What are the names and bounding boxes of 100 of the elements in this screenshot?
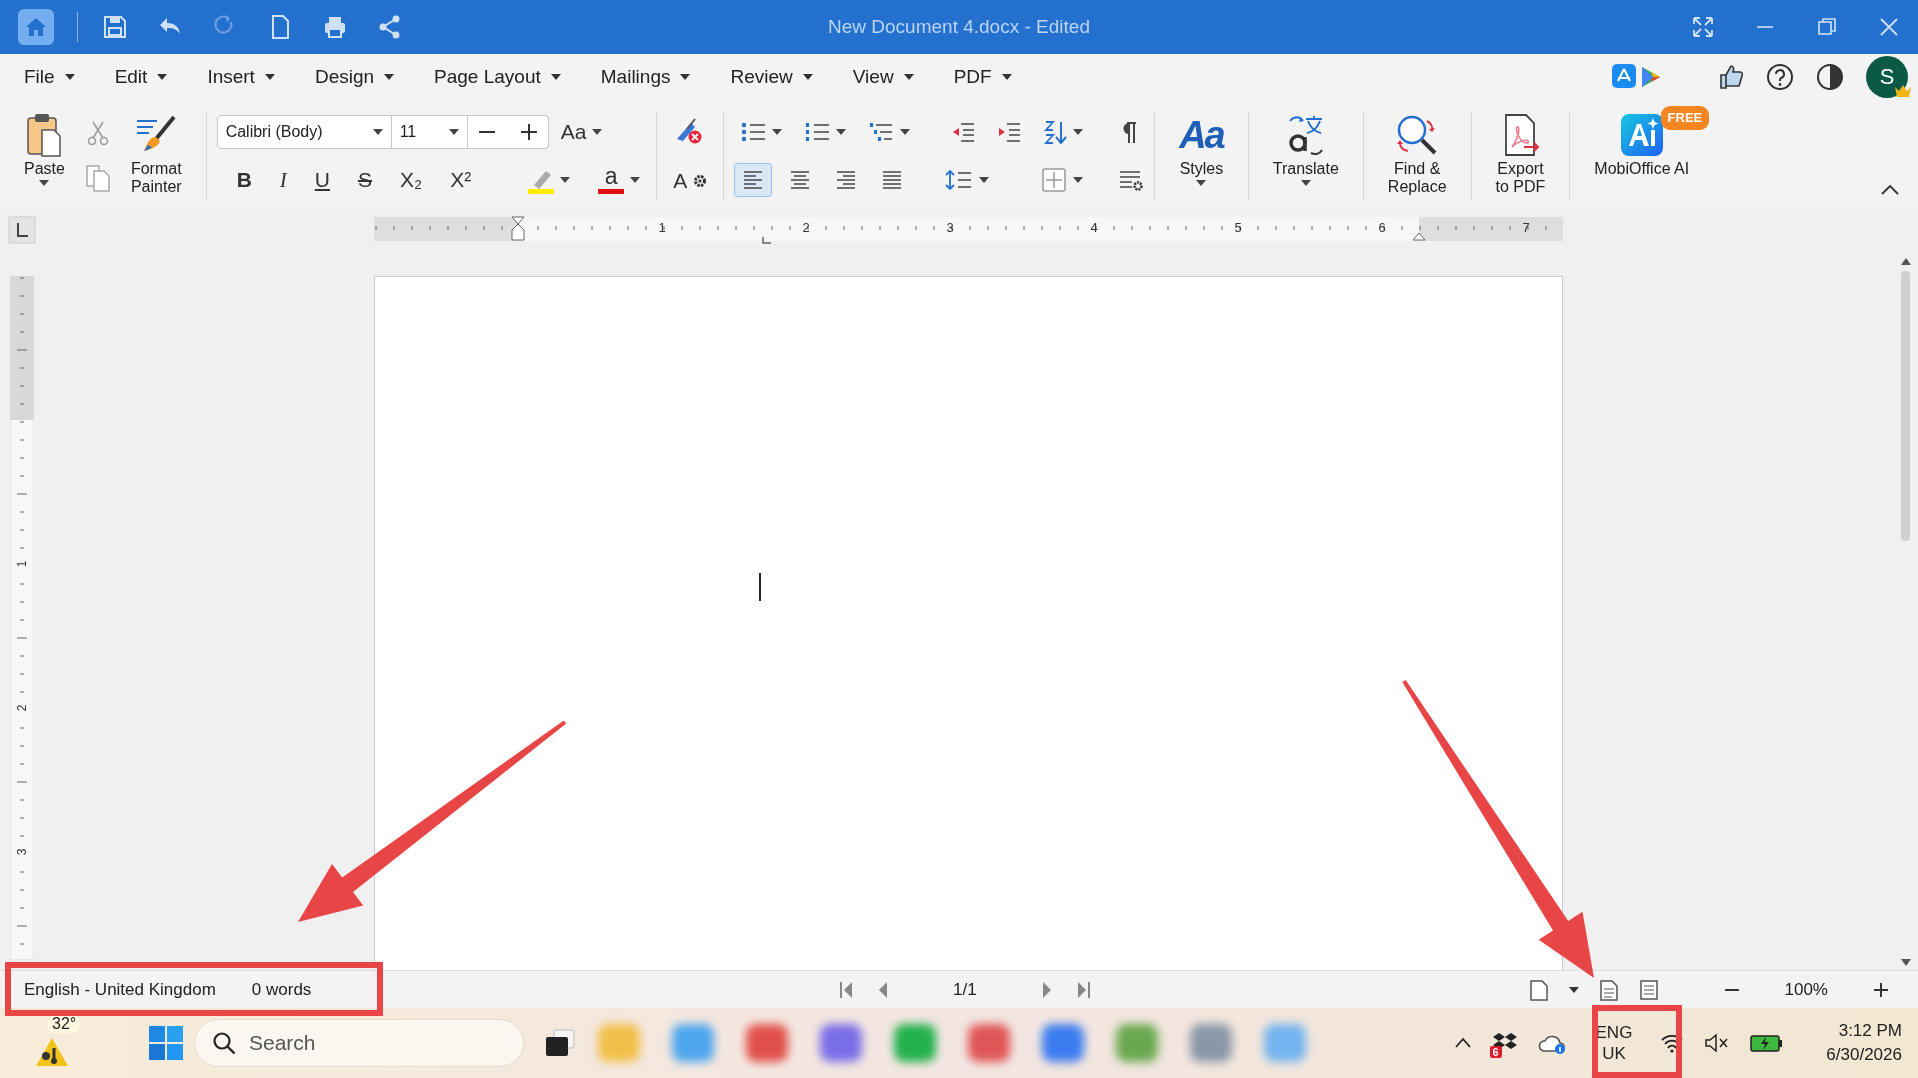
app-icon[interactable] (1042, 1024, 1084, 1062)
fullscreen-icon[interactable] (1692, 16, 1714, 38)
caret-icon[interactable] (592, 129, 603, 135)
collapse-icon[interactable] (1880, 184, 1900, 196)
crown-icon (1894, 84, 1912, 98)
caret-icon[interactable] (772, 129, 783, 135)
menu-item[interactable]: Edit (114, 66, 168, 88)
text-cursor (759, 573, 761, 601)
next-page-icon[interactable] (1040, 980, 1053, 999)
caret-icon[interactable] (372, 129, 383, 135)
app-icon[interactable] (746, 1024, 788, 1062)
chevron-up-icon[interactable] (1453, 1037, 1472, 1049)
help-icon[interactable] (1766, 63, 1794, 91)
cut-icon[interactable] (86, 120, 109, 146)
print-layout-icon[interactable] (1598, 978, 1619, 1001)
text-effects-button[interactable]: A (667, 164, 714, 198)
last-page-icon[interactable] (1076, 980, 1091, 999)
format-button[interactable]: X² (444, 163, 478, 197)
caret-icon[interactable] (384, 74, 395, 80)
caret-icon[interactable] (264, 74, 275, 80)
caret-icon[interactable] (1073, 129, 1084, 135)
paste-button[interactable]: Paste (10, 108, 79, 204)
ruler-number: 3 (946, 220, 954, 235)
restore-icon[interactable] (1816, 16, 1838, 38)
thumbs-up-icon[interactable] (1718, 64, 1744, 90)
decrease-indent-icon (951, 120, 976, 144)
font-name-field[interactable]: Calibri (Body) (216, 115, 392, 149)
caret-icon[interactable] (157, 74, 168, 80)
caret-icon[interactable] (680, 74, 691, 80)
page-view-icon[interactable] (1528, 978, 1549, 1001)
format-painter-button[interactable]: Format Painter (116, 108, 196, 204)
caret-icon[interactable] (550, 74, 561, 80)
caret-icon[interactable] (39, 180, 50, 186)
bullet-list-icon (740, 120, 767, 144)
muted-speaker-icon[interactable] (1704, 1033, 1731, 1053)
caret-icon[interactable] (560, 177, 571, 183)
font-color-button[interactable]: a (592, 163, 647, 197)
menu-item[interactable]: Mailings (600, 66, 691, 88)
caret-icon[interactable] (903, 74, 914, 80)
format-button[interactable]: U (308, 163, 336, 197)
caret-icon[interactable] (1001, 74, 1012, 80)
menu-item[interactable]: Insert (207, 66, 275, 88)
caret-icon[interactable] (64, 74, 75, 80)
previous-page-icon[interactable] (877, 980, 890, 999)
caret-icon[interactable] (1073, 177, 1084, 183)
battery-charging-icon[interactable] (1750, 1033, 1785, 1053)
search-field[interactable]: Search (194, 1019, 524, 1067)
page-number: 1/1 (953, 979, 977, 1000)
close-icon[interactable] (1878, 16, 1900, 38)
paragraph-settings-icon[interactable] (1118, 168, 1145, 192)
caret-icon[interactable] (448, 129, 459, 135)
task-view-icon[interactable] (544, 1028, 576, 1058)
zoom-in-icon[interactable] (1872, 980, 1890, 999)
format-button[interactable]: S (351, 163, 378, 197)
format-button[interactable]: I (273, 163, 293, 197)
tab-selector-icon[interactable] (8, 216, 36, 244)
find-button[interactable]: Find & Replace (1373, 108, 1461, 204)
caret-icon[interactable] (836, 129, 847, 135)
menu-item[interactable]: Page Layout (434, 66, 561, 88)
right-indent-marker[interactable] (1412, 232, 1426, 241)
caret-icon[interactable] (900, 129, 911, 135)
change-case-button[interactable]: Aa (554, 115, 609, 149)
scrollbar-thumb[interactable] (1901, 271, 1910, 541)
styles-glyph: Aa (1179, 113, 1224, 157)
caret-icon[interactable] (802, 74, 813, 80)
web-layout-icon[interactable] (1638, 978, 1659, 1001)
scroll-up-icon[interactable] (1900, 258, 1911, 265)
menu-item[interactable]: Design (314, 66, 395, 88)
export-button[interactable]: Export to PDF (1481, 108, 1560, 204)
styles-button[interactable]: Aa Styles (1165, 108, 1238, 204)
clock[interactable]: 3:12 PM 6/30/2026 (1826, 1019, 1902, 1067)
word-count: 0 words (251, 979, 312, 1000)
user-avatar[interactable]: S (1866, 56, 1908, 98)
caret-icon[interactable] (979, 177, 990, 183)
caret-icon[interactable] (630, 177, 641, 183)
format-button[interactable]: B (230, 163, 258, 197)
save-icon[interactable] (101, 13, 129, 41)
font-size-field[interactable]: 11 (391, 115, 468, 149)
align-button[interactable] (734, 163, 773, 197)
menu-item[interactable]: Review (730, 66, 813, 88)
ruler-number: 2 (15, 704, 29, 712)
language-label[interactable]: English - United Kingdom (24, 979, 216, 1000)
first-page-icon[interactable] (839, 980, 854, 999)
caret-icon[interactable] (1568, 986, 1579, 993)
zoom-level[interactable]: 100% (1784, 979, 1828, 1000)
numbered-list-icon (804, 120, 831, 144)
app-icon[interactable] (820, 1024, 862, 1062)
scroll-down-icon[interactable] (1900, 959, 1911, 966)
search-icon (212, 1031, 236, 1055)
caret-icon[interactable] (1300, 180, 1311, 186)
start-icon[interactable] (148, 1025, 184, 1061)
format-button[interactable]: X₂ (394, 163, 429, 197)
indent-marker[interactable] (511, 216, 525, 241)
tab-stop-marker[interactable] (762, 236, 772, 244)
menu-item[interactable]: View (852, 66, 914, 88)
menu-item[interactable]: PDF (953, 66, 1012, 88)
caret-icon[interactable] (1196, 180, 1207, 186)
contrast-icon[interactable] (1816, 63, 1844, 91)
menu-item[interactable]: File (24, 66, 75, 88)
translate-button[interactable]: Translate (1258, 108, 1353, 204)
